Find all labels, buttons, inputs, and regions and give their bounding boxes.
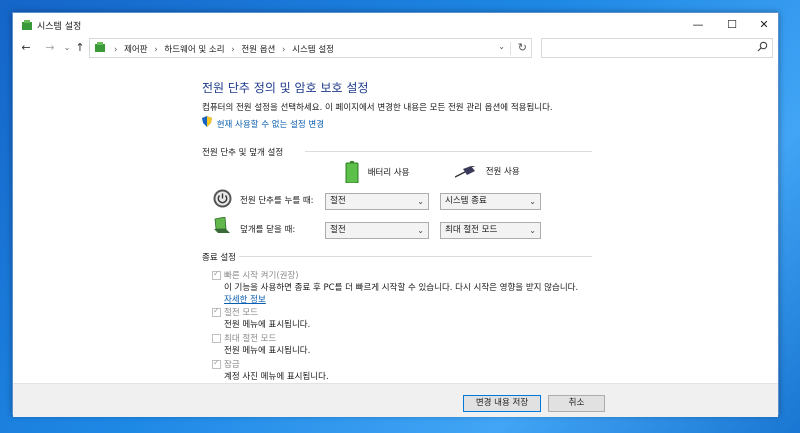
lid-close-battery-select[interactable]: 절전 ⌄ (325, 222, 429, 239)
control-panel-icon (94, 41, 106, 56)
address-bar[interactable]: › 제어판 › 하드웨어 및 소리 › 전원 옵션 › 시스템 설정 ⌄ ↻ (89, 38, 532, 58)
breadcrumb-item[interactable]: 하드웨어 및 소리 (164, 45, 224, 55)
chevron-right-icon: › (231, 45, 235, 55)
select-value: 시스템 종료 (445, 196, 487, 206)
battery-column-label: 배터리 사용 (367, 167, 410, 178)
sleep-checkbox-row[interactable]: 절전 모드 (212, 306, 258, 318)
learn-more-link[interactable]: 자세한 정보 (224, 293, 266, 305)
close-button[interactable]: ✕ (747, 13, 781, 37)
search-input[interactable] (541, 38, 773, 58)
lock-checkbox[interactable] (212, 358, 221, 369)
hibernate-checkbox-row[interactable]: 최대 절전 모드 (212, 332, 276, 344)
lid-close-plugged-select[interactable]: 최대 절전 모드 ⌄ (440, 222, 541, 239)
laptop-lid-icon (212, 216, 232, 238)
maximize-button[interactable]: ☐ (715, 13, 749, 37)
lock-checkbox-row[interactable]: 잠금 (212, 358, 240, 370)
section-divider (239, 256, 592, 257)
section-divider (305, 151, 592, 152)
breadcrumb-item[interactable]: 전원 옵션 (241, 45, 275, 55)
back-arrow-icon[interactable]: ← (19, 39, 33, 57)
uac-shield-icon (202, 116, 212, 127)
chevron-down-icon: ⌄ (529, 226, 536, 235)
forward-arrow-icon[interactable]: → (43, 39, 57, 57)
dialog-footer: 변경 내용 저장 취소 (13, 383, 778, 417)
sleep-checkbox[interactable] (212, 306, 221, 317)
power-button-icon (213, 189, 232, 211)
window-title: 시스템 설정 (37, 22, 82, 32)
page-title: 전원 단추 정의 및 암호 보호 설정 (202, 81, 369, 95)
search-icon (757, 41, 768, 55)
select-value: 절전 (330, 225, 346, 235)
lid-close-label: 덮개를 닫을 때: (240, 225, 296, 235)
plugged-column-header: 전원 사용 (454, 164, 520, 178)
title-bar: 시스템 설정 — ☐ ✕ (13, 13, 778, 37)
up-arrow-icon[interactable]: ↑ (73, 39, 87, 57)
refresh-icon[interactable]: ↻ (518, 41, 527, 54)
power-section-title: 전원 단추 및 덮개 설정 (202, 148, 284, 158)
chevron-down-icon: ⌄ (529, 197, 536, 206)
sleep-description: 전원 메뉴에 표시됩니다. (224, 320, 311, 330)
chevron-down-icon: ⌄ (417, 226, 424, 235)
chevron-right-icon: › (154, 45, 158, 55)
hibernate-checkbox[interactable] (212, 333, 221, 343)
page-description: 컴퓨터의 전원 설정을 선택하세요. 이 페이지에서 변경한 내용은 모든 전원… (202, 103, 553, 113)
shutdown-section-title: 종료 설정 (202, 253, 236, 263)
control-panel-window: 시스템 설정 — ☐ ✕ ← → ⌄ ↑ › 제어판 › 하드웨어 및 소리 ›… (12, 12, 779, 417)
breadcrumb-item[interactable]: 시스템 설정 (292, 45, 334, 55)
battery-column-header: 배터리 사용 (345, 161, 410, 184)
power-plug-icon (454, 164, 478, 178)
hibernate-description: 전원 메뉴에 표시됩니다. (224, 346, 311, 356)
address-divider (510, 42, 511, 55)
change-settings-label[interactable]: 현재 사용할 수 없는 설정 변경 (217, 120, 324, 130)
lock-description: 계정 사진 메뉴에 표시됩니다. (224, 372, 329, 382)
recent-locations-chevron-icon[interactable]: ⌄ (60, 39, 74, 57)
main-content: 전원 단추 정의 및 암호 보호 설정 컴퓨터의 전원 설정을 선택하세요. 이… (13, 59, 778, 395)
chevron-down-icon: ⌄ (417, 197, 424, 206)
chevron-right-icon: › (282, 45, 286, 55)
power-button-plugged-select[interactable]: 시스템 종료 ⌄ (440, 193, 541, 210)
chevron-right-icon: › (114, 45, 118, 55)
battery-icon (345, 161, 359, 184)
power-button-label: 전원 단추를 누를 때: (240, 196, 314, 206)
save-changes-button[interactable]: 변경 내용 저장 (463, 395, 541, 412)
sleep-label: 절전 모드 (224, 308, 258, 318)
breadcrumb-item[interactable]: 제어판 (124, 45, 147, 55)
fast-startup-label: 빠른 시작 켜기(권장) (224, 271, 299, 281)
fast-startup-checkbox[interactable] (212, 269, 221, 280)
navigation-bar: ← → ⌄ ↑ › 제어판 › 하드웨어 및 소리 › 전원 옵션 › 시스템 … (13, 37, 778, 59)
cancel-button[interactable]: 취소 (548, 395, 605, 412)
control-panel-icon (21, 19, 33, 34)
fast-startup-checkbox-row[interactable]: 빠른 시작 켜기(권장) (212, 269, 299, 281)
select-value: 최대 절전 모드 (445, 225, 498, 235)
lock-label: 잠금 (224, 360, 240, 370)
change-settings-link[interactable]: 현재 사용할 수 없는 설정 변경 (202, 116, 324, 130)
plugged-column-label: 전원 사용 (485, 167, 520, 177)
breadcrumb: › 제어판 › 하드웨어 및 소리 › 전원 옵션 › 시스템 설정 (110, 43, 334, 55)
hibernate-label: 최대 절전 모드 (224, 334, 277, 344)
minimize-button[interactable]: — (681, 13, 715, 37)
power-button-battery-select[interactable]: 절전 ⌄ (325, 193, 429, 210)
address-dropdown-icon[interactable]: ⌄ (498, 42, 505, 51)
select-value: 절전 (330, 196, 346, 206)
fast-startup-description: 이 기능을 사용하면 종료 후 PC를 더 빠르게 시작할 수 있습니다. 다시… (224, 283, 579, 293)
